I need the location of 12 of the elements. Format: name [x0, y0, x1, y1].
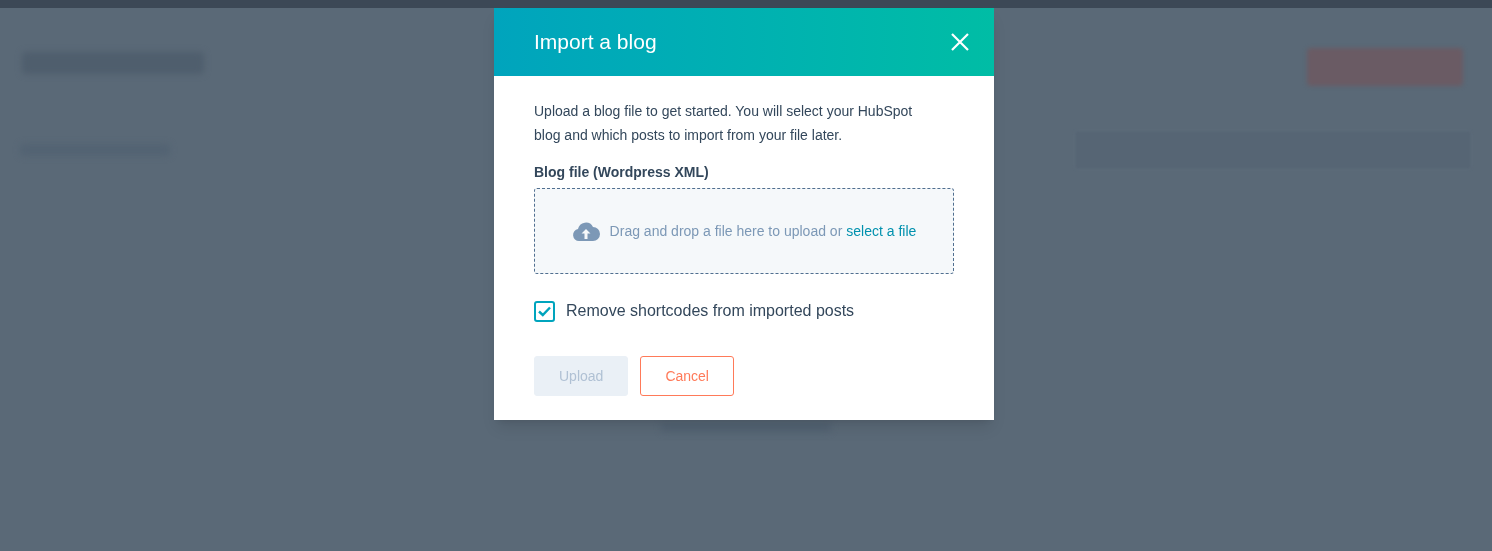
checkbox-label: Remove shortcodes from imported posts — [566, 301, 855, 321]
checkbox[interactable] — [534, 300, 555, 322]
close-icon — [951, 33, 969, 51]
intro-text: Upload a blog file to get started. You will select your HubSpot blog and which posts to import from your file later. — [534, 102, 914, 145]
cancel-button[interactable]: Cancel — [640, 356, 734, 396]
drop-hint: Drag and drop a file here to upload or — [609, 221, 843, 241]
check-icon — [538, 305, 551, 317]
cloud-upload-icon — [571, 221, 600, 241]
select-file-link[interactable]: select a file — [846, 220, 917, 242]
dialog-title: Import a blog — [534, 29, 657, 56]
file-drop-zone[interactable]: Drag and drop a file here to upload or select a file — [534, 188, 954, 274]
field-label: Blog file (Wordpress XML) — [534, 163, 710, 182]
